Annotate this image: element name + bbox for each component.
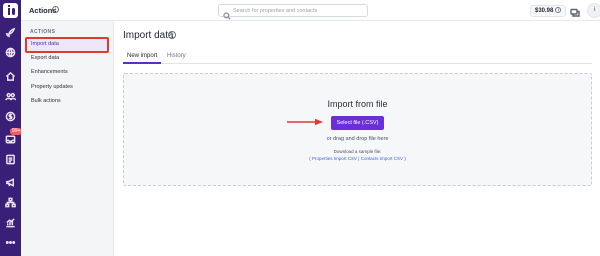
sidebar-item-export-data[interactable]: Export data (27, 52, 108, 65)
sidebar-item-enhancements[interactable]: Enhancements (27, 66, 108, 79)
link-open-paren: ( (309, 156, 311, 161)
sample-file-label: Download a sample file: (333, 149, 382, 154)
link-separator: | (358, 156, 360, 161)
app-logo[interactable] (3, 3, 18, 18)
sample-links: ( Properties Import CSV | Contacts Impor… (124, 156, 591, 161)
drag-drop-hint: or drag and drop file here (326, 136, 389, 142)
account-balance[interactable]: $30.98 i (530, 5, 567, 17)
search-box[interactable] (218, 4, 368, 20)
search-input[interactable] (233, 5, 365, 16)
sidebar-heading: ACTIONS (30, 29, 56, 35)
top-header: Actions i $30.98i i (21, 0, 600, 21)
org-chart-icon[interactable] (4, 196, 17, 209)
people-icon[interactable] (4, 90, 17, 103)
sidebar-item-property-updates[interactable]: Property updates (27, 81, 108, 94)
file-dropzone[interactable]: Import from file Select file (.CSV) or d… (123, 73, 592, 186)
sidebar-item-import-data[interactable]: Import data (27, 38, 108, 51)
dropzone-title: Import from file (327, 99, 388, 109)
dollar-icon[interactable] (4, 110, 17, 123)
document-icon[interactable] (4, 153, 17, 166)
tab-bar: New import History (123, 50, 592, 64)
properties-import-csv-link[interactable]: Properties Import CSV (312, 156, 357, 161)
avatar[interactable]: i (587, 3, 600, 18)
globe-icon[interactable] (4, 46, 17, 59)
megaphone-icon[interactable] (4, 176, 17, 189)
actions-sidebar: ACTIONS Import data Export data Enhancem… (21, 21, 114, 256)
home-icon[interactable] (4, 70, 17, 83)
info-icon[interactable]: i (52, 6, 59, 13)
balance-info-icon[interactable]: i (555, 7, 562, 14)
sidebar-item-bulk-actions[interactable]: Bulk actions (27, 95, 108, 108)
chat-icon[interactable] (570, 5, 580, 17)
contacts-import-csv-link[interactable]: Contacts Import CSV (361, 156, 403, 161)
link-close-paren: ) (404, 156, 406, 161)
page-title: Import data (123, 30, 174, 41)
select-file-button[interactable]: Select file (.CSV) (331, 116, 384, 130)
annotation-arrow-icon (287, 118, 323, 126)
page-info-icon[interactable]: i (168, 31, 176, 39)
tab-history[interactable]: History (163, 50, 190, 64)
tab-new-import[interactable]: New import (123, 50, 162, 64)
more-icon[interactable] (4, 236, 17, 249)
balance-amount: $30.98 (535, 8, 554, 14)
search-icon (223, 7, 231, 20)
analytics-icon[interactable] (4, 216, 17, 229)
rocket-icon[interactable] (4, 26, 17, 39)
icon-rail: 99+ (0, 0, 23, 256)
